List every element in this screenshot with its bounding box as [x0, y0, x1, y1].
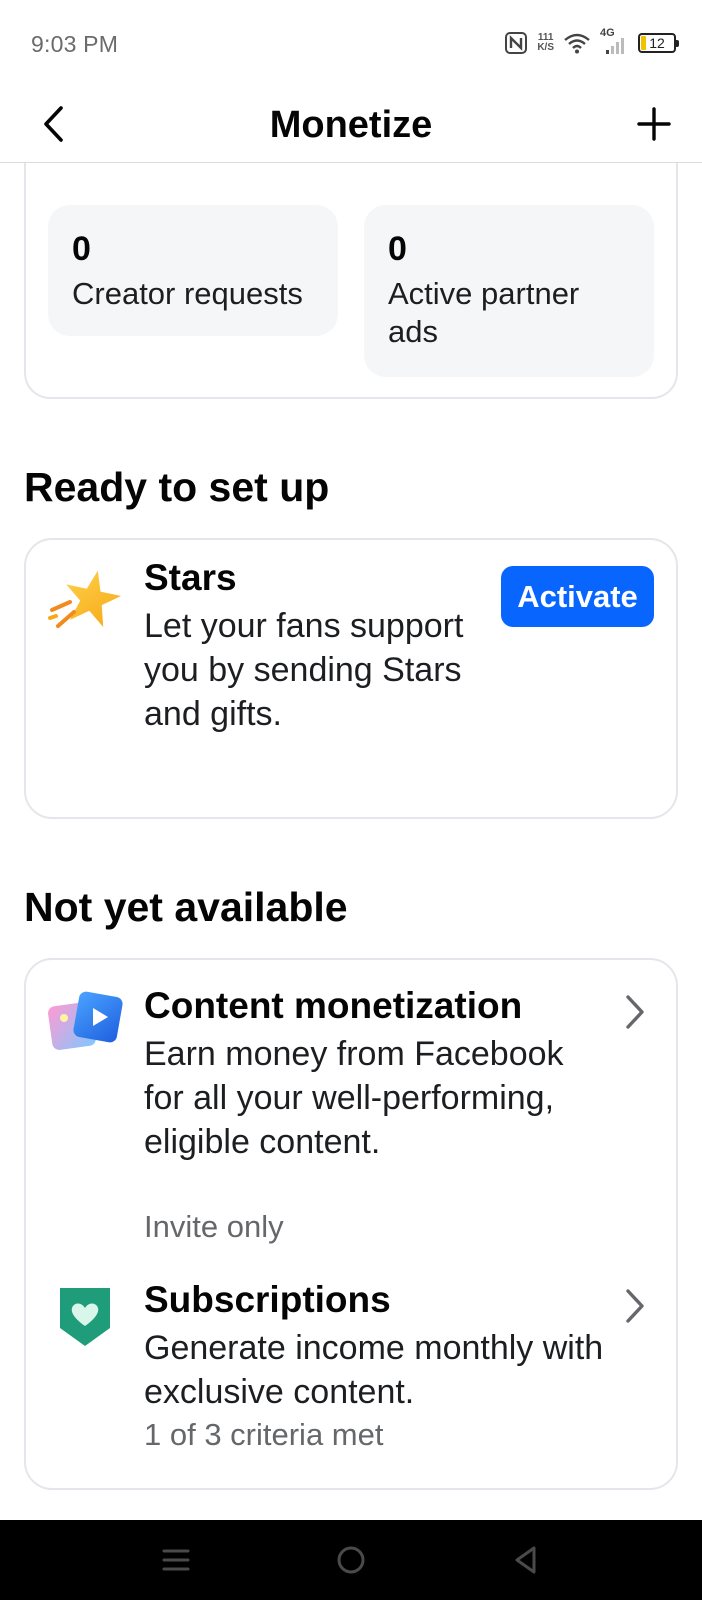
back-triangle-icon[interactable]: [506, 1540, 546, 1580]
section-heading-not-available: Not yet available: [24, 884, 348, 930]
battery-fill: [641, 36, 646, 50]
speed-unit: K/S: [537, 42, 554, 53]
subscriptions-title: Subscriptions: [144, 1279, 391, 1320]
chevron-right-icon[interactable]: [620, 1284, 650, 1328]
chevron-right-icon[interactable]: [620, 990, 650, 1034]
menu-icon[interactable]: [156, 1540, 196, 1580]
content-monetization-description: Earn money from Facebook for all your we…: [144, 1035, 564, 1161]
stat-tile-active-partner-ads[interactable]: 0 Active partner ads: [364, 205, 654, 377]
status-icons: 111 K/S 4G 12: [505, 27, 679, 58]
add-button[interactable]: [634, 102, 674, 146]
system-nav-bar: [0, 1520, 702, 1600]
content-monetization-title: Content monetization: [144, 985, 523, 1026]
network-speed: 111 K/S: [537, 33, 554, 53]
stars-description: Let your fans support you by sending Sta…: [144, 607, 464, 733]
status-bar: 9:03 PM 111 K/S 4G 12: [0, 0, 702, 88]
subscriptions-meta: 1 of 3 criteria met: [144, 1417, 384, 1452]
stat-label: Creator requests: [72, 276, 303, 311]
battery-level: 12: [649, 35, 665, 51]
stars-card[interactable]: Stars Let your fans support you by sendi…: [24, 538, 678, 819]
app-header: Monetize: [0, 88, 702, 163]
stat-value: 0: [388, 230, 407, 268]
content-monetization-meta: Invite only: [144, 1209, 284, 1244]
subscriptions-heart-icon: [60, 1288, 110, 1346]
activate-button[interactable]: Activate: [501, 566, 654, 627]
page-title: Monetize: [269, 104, 433, 146]
star-icon: [48, 570, 122, 628]
stat-value: 0: [72, 230, 91, 268]
stars-title: Stars: [144, 557, 237, 598]
section-heading-ready: Ready to set up: [24, 464, 330, 510]
status-time: 9:03 PM: [31, 31, 119, 57]
nfc-icon: [505, 32, 528, 54]
plus-icon: [637, 107, 671, 141]
wifi-icon: [564, 33, 590, 54]
signal-bars-icon: [606, 38, 624, 54]
stat-label: Active partner ads: [388, 276, 580, 349]
stats-card: 0 Creator requests 0 Active partner ads: [24, 140, 678, 399]
home-icon[interactable]: [331, 1540, 371, 1580]
monetize-screen: 9:03 PM 111 K/S 4G 12 0 Creator requests…: [0, 0, 702, 1600]
content-monetization-icon: [48, 991, 123, 1050]
stat-tile-creator-requests[interactable]: 0 Creator requests: [48, 205, 338, 336]
not-available-card: Content monetization Earn money from Fac…: [24, 958, 678, 1490]
subscriptions-description: Generate income monthly with exclusive c…: [144, 1329, 604, 1411]
battery-indicator: 12: [638, 33, 679, 53]
cellular-signal: 4G: [600, 27, 628, 56]
